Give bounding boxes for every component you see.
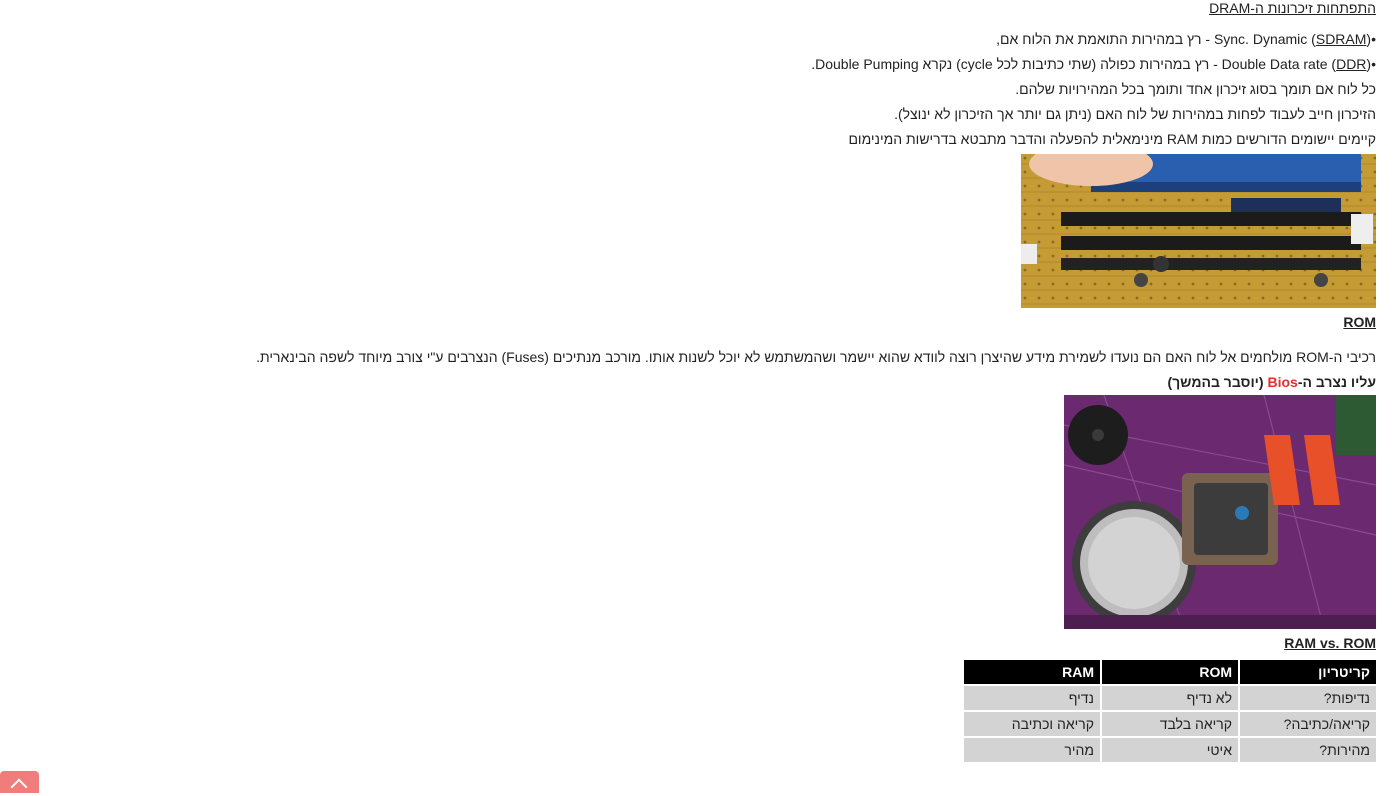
- table-row: נדיפות? לא נדיף נדיף: [964, 686, 1376, 710]
- ddr-bullet: •Double Data rate (DDR) - רץ במהירות כפו…: [811, 56, 1376, 72]
- rom-section-title: ROM: [1343, 314, 1376, 330]
- back-to-top-button[interactable]: [0, 771, 39, 796]
- table-header-row: קריטריון ROM RAM: [964, 660, 1376, 684]
- article-content: התפתחות זיכרונות ה-DRAM •Sync. Dynamic (…: [226, 0, 1376, 764]
- ram-module-photo: [1021, 154, 1376, 308]
- table-cell: נדיפות?: [1240, 686, 1376, 710]
- column-header: ROM: [1102, 660, 1238, 684]
- ddr-link[interactable]: DDR: [1336, 56, 1366, 72]
- table-row: קריאה/כתיבה? קריאה בלבד קריאה וכתיבה: [964, 712, 1376, 736]
- sdram-link[interactable]: SDRAM: [1316, 31, 1367, 47]
- table-cell: קריאה וכתיבה: [964, 712, 1100, 736]
- sdram-bullet: •Sync. Dynamic (SDRAM) - רץ במהירות התוא…: [996, 31, 1376, 47]
- table-cell: נדיף: [964, 686, 1100, 710]
- rom-paragraph-2: עליו נצרב ה-Bios (יוסבר בהמשך): [1167, 374, 1376, 390]
- column-header: קריטריון: [1240, 660, 1376, 684]
- table-cell: מהיר: [964, 738, 1100, 762]
- table-row: מהירות? איטי מהיר: [964, 738, 1376, 762]
- table-cell: לא נדיף: [1102, 686, 1238, 710]
- table-cell: איטי: [1102, 738, 1238, 762]
- compare-section-title: RAM vs. ROM: [1284, 635, 1376, 651]
- dram-paragraph-2: הזיכרון חייב לעבוד לפחות במהירות של לוח …: [894, 106, 1376, 122]
- bios-highlight: Bios: [1267, 374, 1298, 390]
- dram-section-title: התפתחות זיכרונות ה-DRAM: [1209, 0, 1376, 16]
- ram-rom-comparison-table: קריטריון ROM RAM נדיפות? לא נדיף נדיף קר…: [962, 658, 1378, 764]
- rom-chip-photo: [1064, 395, 1376, 629]
- dram-paragraph-3: קיימים יישומים הדורשים כמות RAM מינימאלי…: [848, 131, 1376, 147]
- column-header: RAM: [964, 660, 1100, 684]
- table-cell: קריאה בלבד: [1102, 712, 1238, 736]
- rom-paragraph-1: רכיבי ה-ROM מולחמים אל לוח האם הם נועדו …: [256, 349, 1376, 365]
- dram-paragraph-1: כל לוח אם תומך בסוג זיכרון אחד ותומך בכל…: [1015, 81, 1376, 97]
- table-cell: קריאה/כתיבה?: [1240, 712, 1376, 736]
- table-cell: מהירות?: [1240, 738, 1376, 762]
